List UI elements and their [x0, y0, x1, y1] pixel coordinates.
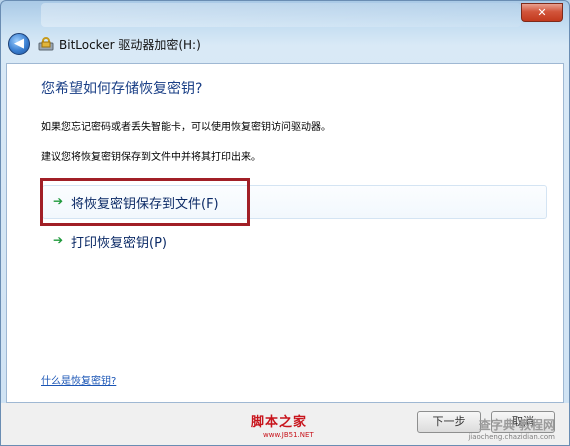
watermark-url: www.JB51.NET — [263, 431, 314, 439]
back-button[interactable]: ◀ — [8, 33, 30, 55]
page-title: 您希望如何存储恢复密钥? — [41, 81, 203, 97]
close-button[interactable]: ✕ — [521, 3, 563, 22]
background-blur — [41, 3, 521, 27]
watermark-site-url: jiaocheng.chazidian.com — [468, 433, 555, 441]
what-is-recovery-key-link[interactable]: 什么是恢复密钥? — [41, 372, 116, 387]
watermark-logo: 脚本之家 — [251, 415, 308, 430]
next-button[interactable]: 下一步 — [417, 411, 481, 433]
bitlocker-window: ✕ ◀ BitLocker 驱动器加密(H:) 您希望如何存储恢复密钥? 如果您… — [0, 0, 570, 446]
recommendation-text: 建议您将恢复密钥保存到文件中并将其打印出来。 — [41, 152, 261, 163]
bitlocker-drive-icon — [38, 37, 54, 51]
watermark-site: 查字典 教程网 — [478, 418, 555, 432]
instruction-text: 如果您忘记密码或者丢失智能卡，可以使用恢复密钥访问驱动器。 — [41, 122, 331, 133]
window-title: BitLocker 驱动器加密(H:) — [59, 38, 201, 52]
print-recovery-key-option[interactable]: 打印恢复密钥(P) — [71, 232, 167, 251]
highlight-box — [40, 178, 250, 226]
arrow-icon: ➔ — [53, 233, 64, 247]
wizard-content: 您希望如何存储恢复密钥? 如果您忘记密码或者丢失智能卡，可以使用恢复密钥访问驱动… — [6, 63, 564, 403]
